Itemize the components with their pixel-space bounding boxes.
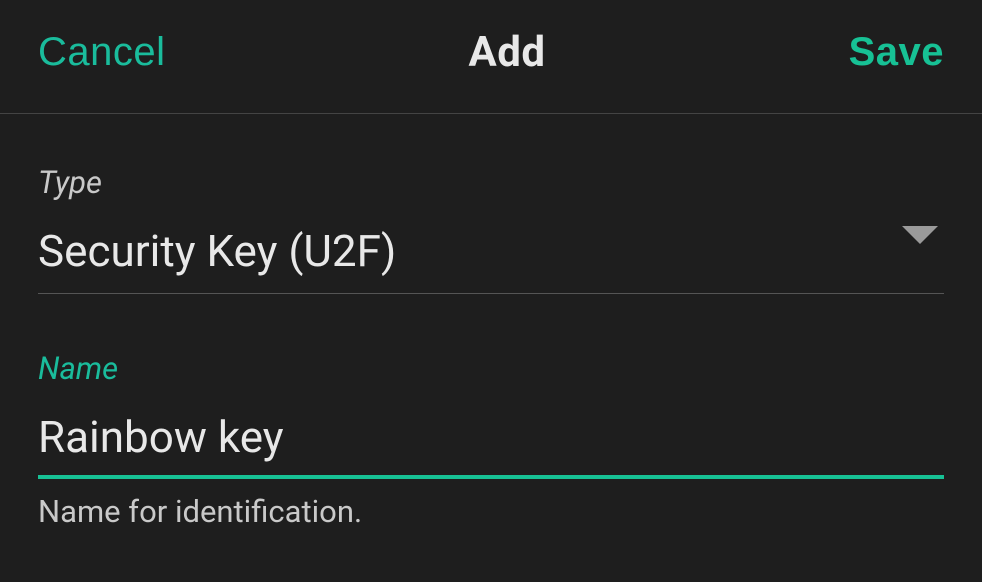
modal-header: Cancel Add Save [0,0,982,114]
type-dropdown[interactable]: Security Key (U2F) [38,225,944,294]
save-button[interactable]: Save [849,30,944,75]
type-field-label: Type [38,164,944,201]
chevron-down-icon [902,226,938,244]
name-field-label: Name [38,350,944,387]
modal-content: Type Security Key (U2F) Name Name for id… [0,114,982,530]
name-field-group: Name Name for identification. [38,350,944,530]
cancel-button[interactable]: Cancel [38,30,166,75]
name-helper-text: Name for identification. [38,493,944,530]
type-field-group: Type Security Key (U2F) [38,164,944,294]
modal-title: Add [469,28,546,77]
type-dropdown-value: Security Key (U2F) [38,225,396,277]
name-input[interactable] [38,411,944,479]
